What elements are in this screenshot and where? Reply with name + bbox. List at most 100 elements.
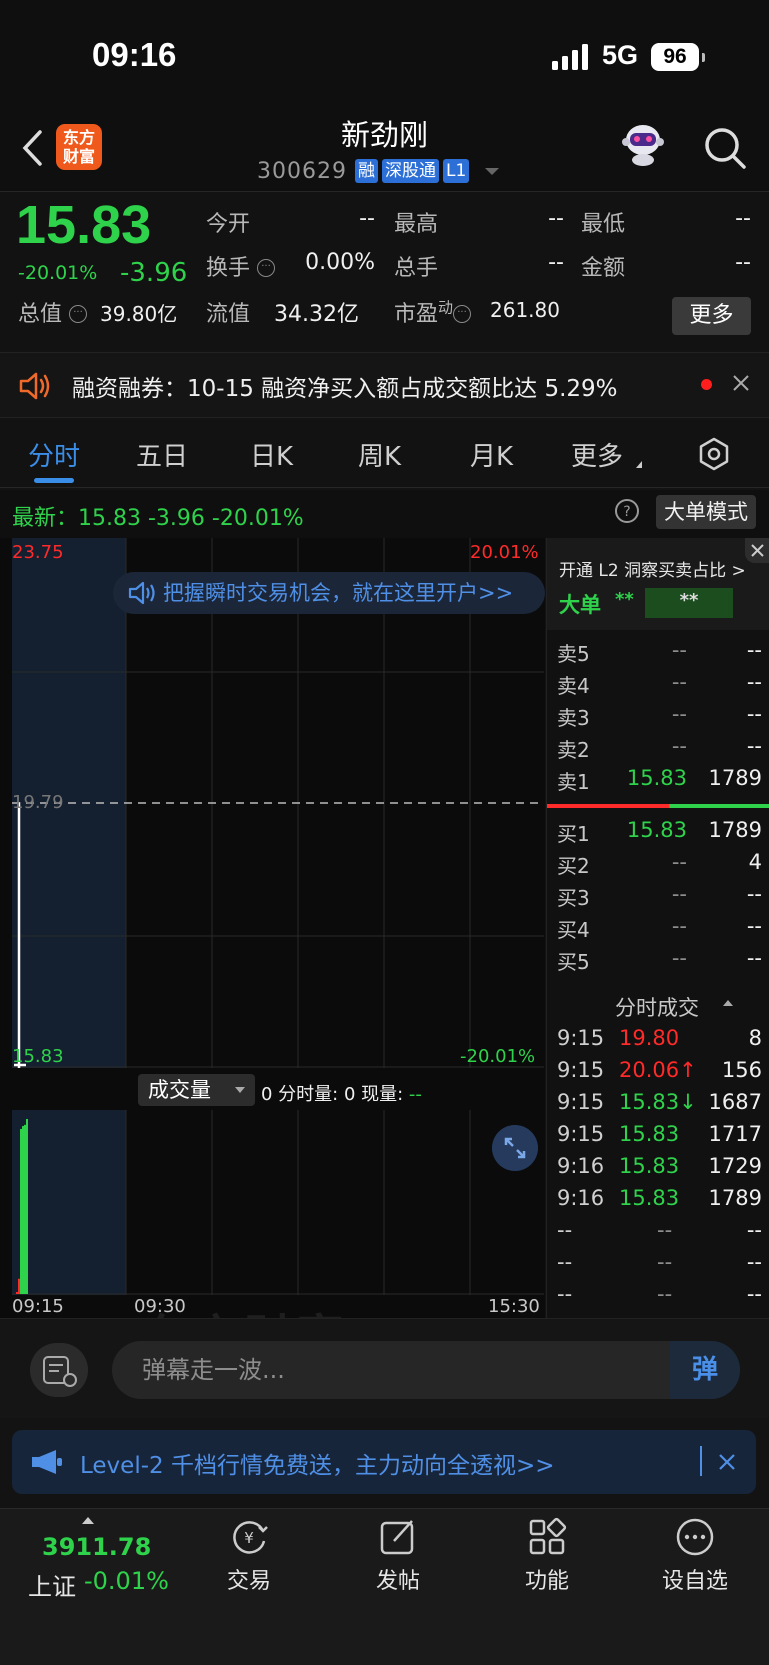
time-axis: 09:15 09:30 15:30 [0,1296,545,1318]
volume-chart[interactable] [12,1110,544,1295]
volume-label: 总手 [394,256,439,281]
speaker-icon [128,581,155,605]
edit-icon [380,1520,414,1555]
close-icon[interactable] [745,538,769,563]
danmaku-input[interactable]: 弹幕走一波... [112,1341,740,1399]
pe-label: 市盈动 ··· [394,296,472,328]
close-icon[interactable] [717,1452,737,1472]
turnover-label: 换手 ··· [206,250,276,282]
buy-label: 买2 [557,854,590,878]
info-icon[interactable]: ··· [69,305,88,323]
open-value: -- [359,206,375,231]
more-button[interactable]: 更多 [672,297,751,335]
nav-add-watchlist[interactable]: 设自选 [645,1517,745,1597]
level-tag: L1 [442,159,470,183]
tick-time: -- [557,1282,573,1306]
nav-post-label: 发帖 [375,1569,420,1594]
nav-functions-label: 功能 [524,1569,569,1594]
index-change: -0.01% [84,1567,169,1595]
speaker-icon [19,372,50,400]
buy-row: 买3 -- -- [547,880,769,912]
ticks-title[interactable]: 分时成交 [615,992,699,1022]
big-order-mode-button[interactable]: 大单模式 [656,495,756,529]
info-icon[interactable]: ··· [453,305,472,323]
danmaku-list-icon[interactable] [30,1343,88,1397]
tab-five-day[interactable]: 五日 [136,436,188,473]
level2-banner-text: Level-2 千档行情免费送，主力动向全透视>> [80,1453,555,1479]
close-icon[interactable] [731,373,751,393]
danmaku-bar: 弹幕走一波... 弹 [0,1318,769,1418]
level2-banner[interactable]: Level-2 千档行情免费送，主力动向全透视>> [12,1430,756,1494]
tick-time: -- [557,1250,573,1274]
time-start: 09:15 [12,1296,64,1317]
sell-volume: -- [746,638,762,662]
volume-header: 成交量 0 分时量: 0 现量: -- [0,1070,545,1110]
nav-add-watchlist-label: 设自选 [661,1569,728,1594]
index-value[interactable]: 3911.78 [42,1533,151,1561]
pe-label-text: 市盈 [394,302,439,327]
tick-price: -- [657,1282,673,1306]
margin-banner[interactable]: 融资融券：10-15 融资净买入额占成交额比达 5.29% [0,352,769,418]
mktcap-value: 39.80亿 [100,302,178,326]
sell-price: -- [671,702,687,726]
tick-price: 15.83 [619,1154,680,1178]
tick-volume: -- [746,1282,762,1306]
robot-assistant-icon[interactable] [618,118,668,168]
tick-row: 9:16 15.83 1789 [547,1184,769,1216]
volume-bar [22,1126,24,1294]
gear-icon[interactable] [697,437,731,471]
sell-row: 卖3 -- -- [547,700,769,732]
signal-icon [552,44,588,70]
mid-price-label: 19.79 [12,792,64,813]
change-percent: -20.01% [18,262,98,284]
tick-price: 20.06↑ [619,1058,697,1082]
nav-post[interactable]: 发帖 [348,1517,448,1597]
stock-header: 东方 财富 新劲刚 300629 融 深股通 L1 [0,110,769,192]
tab-daily-k[interactable]: 日K [250,436,293,473]
tab-intraday[interactable]: 分时 [28,436,80,473]
latest-quote-row: 最新：15.83 -3.96 -20.01% ? 大单模式 [0,490,769,538]
buy-price: -- [671,914,687,938]
tick-time: 9:16 [557,1154,605,1178]
tab-monthly-k[interactable]: 月K [470,436,513,473]
top-pct-label: 20.01% [470,542,539,563]
l2-promo-head[interactable]: 开通 L2 洞察买卖占比 > 大单 ** ** [547,538,769,630]
tick-row: -- -- -- [547,1216,769,1248]
tick-time: 9:15 [557,1090,605,1114]
buy-price: -- [671,850,687,874]
volume-bar [16,1292,18,1294]
buy-row: 买5 -- -- [547,944,769,976]
current-price: 15.83 [16,195,152,255]
tick-price: 19.80 [619,1026,680,1050]
more-dots-icon [676,1518,714,1556]
search-icon[interactable] [703,126,747,170]
l2-open-link[interactable]: 开通 L2 洞察买卖占比 > [559,556,746,581]
clock: 09:16 [92,36,177,73]
big-order-value-1: ** [615,589,634,610]
buy-row: 买1 15.83 1789 [547,816,769,848]
megaphone-icon [32,1450,62,1474]
volume-indicator-select[interactable]: 成交量 [138,1074,255,1106]
open-account-promo[interactable]: 把握瞬时交易机会，就在这里开户>> [113,572,545,614]
info-icon[interactable]: ··· [257,259,276,277]
buy-price: -- [671,946,687,970]
nav-functions[interactable]: 功能 [497,1517,597,1597]
tab-more[interactable]: 更多 [571,436,623,473]
danmaku-send-button[interactable]: 弹 [670,1341,740,1399]
help-icon[interactable]: ? [614,498,640,524]
expand-icon[interactable] [492,1125,538,1171]
tick-volume: 156 [721,1058,762,1082]
volume-now: -- [408,1084,422,1105]
tab-weekly-k[interactable]: 周K [358,436,401,473]
amount-label: 金额 [581,256,626,281]
intraday-price-chart[interactable] [12,538,544,1068]
tick-row: 9:15 19.80 8 [547,1024,769,1056]
volume-bar [20,1128,22,1294]
sell-price: -- [671,734,687,758]
nav-trade[interactable]: ¥ 交易 [199,1517,299,1597]
tick-row: -- -- -- [547,1248,769,1280]
bottom-price-label: 15.83 [12,1046,64,1067]
sell-price: -- [671,638,687,662]
stock-code-row[interactable]: 300629 融 深股通 L1 [257,158,500,184]
sell-label: 卖2 [557,738,590,762]
